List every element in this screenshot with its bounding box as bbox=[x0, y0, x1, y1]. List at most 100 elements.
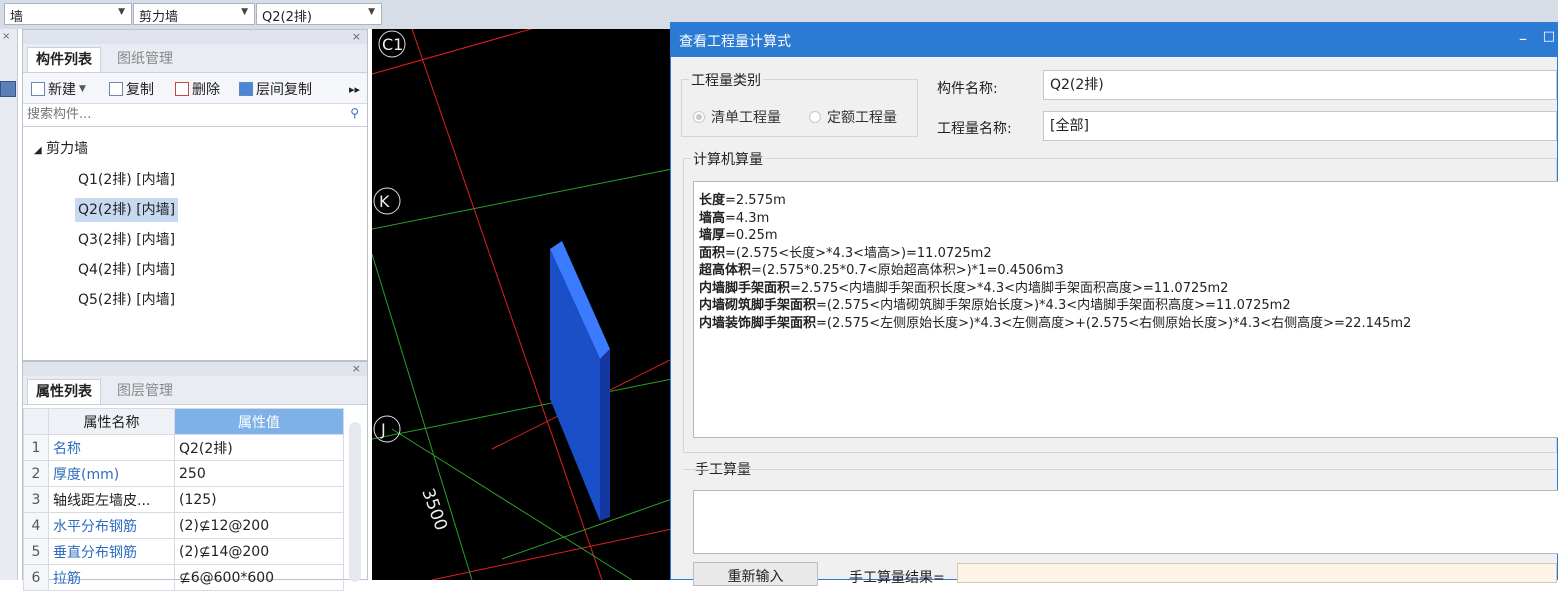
green-axis-line bbox=[372, 168, 672, 230]
quantity-name-field[interactable]: [全部] bbox=[1043, 111, 1557, 141]
axis-label-c1: C1 bbox=[382, 35, 403, 54]
element-type-combo[interactable]: 墙 ▼ bbox=[4, 3, 132, 25]
calc-line: 内墙脚手架面积=2.575<内墙脚手架面积长度>*4.3<内墙脚手架面积高度>=… bbox=[699, 280, 1557, 298]
manual-result-field[interactable] bbox=[957, 563, 1557, 583]
search-input[interactable] bbox=[23, 104, 331, 124]
tab-property-list[interactable]: 属性列表 bbox=[27, 379, 101, 404]
property-value-header: 属性值 bbox=[174, 408, 344, 435]
new-button[interactable]: 新建 ▼ bbox=[31, 79, 86, 99]
calc-line: 内墙装饰脚手架面积=(2.575<左侧原始长度>)*4.3<左侧高度>+(2.5… bbox=[699, 315, 1557, 333]
component-value: Q2(2排) bbox=[262, 10, 312, 25]
close-icon[interactable]: × bbox=[352, 30, 361, 43]
tab-drawing-management[interactable]: 图纸管理 bbox=[109, 47, 181, 71]
cad-viewport[interactable]: C1 K J 3500 bbox=[372, 29, 672, 580]
row-number: 4 bbox=[23, 512, 49, 539]
tree-item-q1[interactable]: Q1(2排) [内墙] bbox=[75, 168, 178, 192]
tree-item-q2[interactable]: Q2(2排) [内墙] bbox=[75, 198, 179, 222]
category-group-label: 工程量类别 bbox=[689, 70, 763, 90]
calc-line: 墙高=4.3m bbox=[699, 210, 1557, 228]
property-value[interactable]: 250 bbox=[174, 460, 344, 487]
component-list-panel: × 构件列表 图纸管理 新建 ▼ 复制 删除 层间复制 ▸▸ ⚲ ◢ 剪力墙 Q… bbox=[22, 29, 368, 361]
manual-result-label: 手工算量结果= bbox=[849, 570, 945, 586]
calc-expr: =(2.575*0.25*0.7<原始超高体积>)*1=0.4506m3 bbox=[751, 263, 1064, 278]
property-value[interactable]: (125) bbox=[174, 486, 344, 513]
reinput-button[interactable]: 重新输入 bbox=[693, 562, 818, 586]
component-combo[interactable]: Q2(2排) ▼ bbox=[256, 3, 382, 25]
property-value[interactable]: Q2(2排) bbox=[174, 434, 344, 461]
tree-root-shearwall[interactable]: ◢ 剪力墙 bbox=[31, 137, 91, 161]
calc-line: 超高体积=(2.575*0.25*0.7<原始超高体积>)*1=0.4506m3 bbox=[699, 262, 1557, 280]
calc-line: 墙厚=0.25m bbox=[699, 227, 1557, 245]
radio-indicator bbox=[809, 111, 821, 123]
radio-bill-quantity[interactable]: 清单工程量 bbox=[693, 107, 781, 127]
row-number: 5 bbox=[23, 538, 49, 565]
tree-item-q5[interactable]: Q5(2排) [内墙] bbox=[75, 288, 178, 312]
property-value[interactable]: (2)⊈12@200 bbox=[174, 512, 344, 539]
chevron-down-icon: ▼ bbox=[368, 7, 375, 17]
radio-bill-label: 清单工程量 bbox=[711, 110, 781, 126]
tab-component-list[interactable]: 构件列表 bbox=[27, 47, 101, 72]
floor-copy-button[interactable]: 层间复制 bbox=[239, 79, 312, 99]
vertical-scrollbar[interactable] bbox=[349, 422, 361, 582]
property-name: 名称 bbox=[48, 434, 175, 461]
computer-calc-textarea[interactable]: 长度=2.575m 墙高=4.3m 墙厚=0.25m 面积=(2.575<长度>… bbox=[693, 181, 1558, 438]
property-name: 水平分布钢筋 bbox=[48, 512, 175, 539]
new-file-icon bbox=[31, 82, 45, 96]
dialog-titlebar: 查看工程量计算式 – □ bbox=[671, 23, 1557, 57]
property-value[interactable]: ⊈6@600*600 bbox=[174, 564, 344, 591]
element-subtype-value: 剪力墙 bbox=[139, 10, 179, 25]
collapse-triangle-icon[interactable]: ◢ bbox=[34, 145, 42, 156]
table-row[interactable]: 4 水平分布钢筋 (2)⊈12@200 bbox=[23, 512, 344, 539]
calc-expr: =4.3m bbox=[725, 210, 770, 226]
component-tabs: 构件列表 图纸管理 bbox=[23, 44, 367, 73]
chevron-down-icon: ▼ bbox=[118, 7, 125, 17]
calc-line: 面积=(2.575<长度>*4.3<墙高>)=11.0725m2 bbox=[699, 245, 1557, 263]
rownum-header bbox=[23, 408, 49, 435]
calc-line: 长度=2.575m bbox=[699, 192, 1557, 210]
delete-button[interactable]: 删除 bbox=[175, 79, 220, 99]
calc-key: 墙高 bbox=[699, 210, 726, 226]
maximize-icon[interactable]: □ bbox=[1543, 29, 1555, 44]
green-axis-line bbox=[372, 378, 672, 440]
close-icon[interactable]: × bbox=[352, 362, 361, 375]
table-row[interactable]: 3 轴线距左墙皮... (125) bbox=[23, 486, 344, 513]
component-name-field[interactable]: Q2(2排) bbox=[1043, 70, 1557, 100]
close-icon[interactable]: × bbox=[2, 31, 10, 42]
calc-expr: =(2.575<内墙砌筑脚手架原始长度>)*4.3<内墙脚手架面积高度>=11.… bbox=[816, 298, 1291, 313]
manual-calc-divider bbox=[683, 469, 1557, 470]
component-name-label: 构件名称: bbox=[937, 81, 998, 97]
table-row[interactable]: 5 垂直分布钢筋 (2)⊈14@200 bbox=[23, 538, 344, 565]
component-search: ⚲ bbox=[23, 104, 367, 127]
calc-line: 内墙砌筑脚手架面积=(2.575<内墙砌筑脚手架原始长度>)*4.3<内墙脚手架… bbox=[699, 297, 1557, 315]
property-name: 轴线距左墙皮... bbox=[48, 486, 175, 513]
calc-key: 内墙脚手架面积 bbox=[699, 280, 791, 296]
property-value[interactable]: (2)⊈14@200 bbox=[174, 538, 344, 565]
search-icon[interactable]: ⚲ bbox=[350, 106, 359, 120]
tree-item-q4[interactable]: Q4(2排) [内墙] bbox=[75, 258, 178, 282]
save-icon[interactable] bbox=[0, 81, 16, 97]
row-number: 3 bbox=[23, 486, 49, 513]
green-axis-line bbox=[501, 498, 672, 560]
floor-copy-label: 层间复制 bbox=[256, 82, 312, 98]
floor-copy-icon bbox=[239, 82, 253, 96]
copy-icon bbox=[109, 82, 123, 96]
calc-expr: =(2.575<长度>*4.3<墙高>)=11.0725m2 bbox=[725, 245, 992, 261]
table-row[interactable]: 6 拉筋 ⊈6@600*600 bbox=[23, 564, 344, 591]
radio-quota-quantity[interactable]: 定额工程量 bbox=[809, 107, 897, 127]
property-name: 拉筋 bbox=[48, 564, 175, 591]
table-row[interactable]: 1 名称 Q2(2排) bbox=[23, 434, 344, 461]
property-name-header: 属性名称 bbox=[48, 408, 175, 435]
tab-layer-management[interactable]: 图层管理 bbox=[109, 379, 181, 403]
minimize-icon[interactable]: – bbox=[1519, 29, 1527, 48]
copy-label: 复制 bbox=[126, 82, 154, 98]
new-label: 新建 bbox=[48, 82, 76, 98]
computer-calc-label: 计算机算量 bbox=[691, 149, 765, 169]
element-subtype-combo[interactable]: 剪力墙 ▼ bbox=[133, 3, 255, 25]
more-icon[interactable]: ▸▸ bbox=[349, 79, 360, 99]
axis-bubble-j bbox=[373, 415, 401, 443]
tree-item-q3[interactable]: Q3(2排) [内墙] bbox=[75, 228, 178, 252]
copy-button[interactable]: 复制 bbox=[109, 79, 154, 99]
manual-calc-textarea[interactable] bbox=[693, 490, 1558, 554]
table-row[interactable]: 2 厚度(mm) 250 bbox=[23, 460, 344, 487]
row-number: 6 bbox=[23, 564, 49, 591]
